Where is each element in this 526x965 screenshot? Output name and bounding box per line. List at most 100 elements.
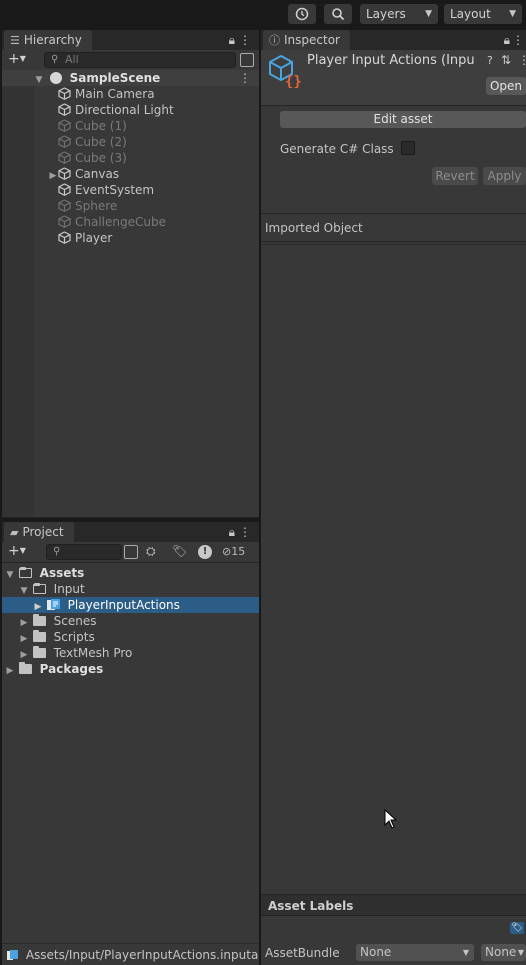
hierarchy-item[interactable]: Main Camera bbox=[2, 86, 259, 102]
divider bbox=[261, 241, 526, 242]
layers-dropdown[interactable]: Layers ▼ bbox=[360, 4, 438, 24]
history-icon[interactable] bbox=[288, 4, 316, 24]
search-icon: ⚲ bbox=[51, 54, 59, 65]
asset-bundle-dropdown[interactable]: None ▼ bbox=[356, 944, 474, 961]
apply-button[interactable]: Apply bbox=[483, 167, 526, 185]
edit-asset-button[interactable]: Edit asset bbox=[280, 111, 526, 128]
gameobject-cube-icon bbox=[58, 87, 71, 100]
hierarchy-item[interactable]: Player bbox=[2, 230, 259, 246]
search-icon[interactable] bbox=[324, 4, 352, 24]
mouse-cursor-icon bbox=[384, 808, 398, 829]
asset-title: Player Input Actions (Input bbox=[307, 53, 475, 68]
gameobject-cube-icon bbox=[58, 199, 71, 212]
hierarchy-item-label: Sphere bbox=[75, 199, 118, 213]
list-icon: ☰ bbox=[10, 34, 20, 47]
project-panel: ▰ Project 🔒︎ ⋮ +▼ ⚲ ⛭ 🏷︎ ! ⊘15 ▼ Assets ▼… bbox=[2, 522, 259, 965]
hierarchy-search-input[interactable]: ⚲ All bbox=[44, 52, 236, 68]
asset-bundle-label: AssetBundle bbox=[265, 946, 340, 960]
tree-label: Input bbox=[53, 582, 85, 596]
scene-menu-icon[interactable]: ⋮ bbox=[239, 70, 251, 86]
layout-dropdown[interactable]: Layout ▼ bbox=[444, 4, 522, 24]
asset-labels-header[interactable]: Asset Labels bbox=[261, 894, 526, 916]
inspector-empty-area bbox=[261, 245, 526, 894]
add-button[interactable]: +▼ bbox=[8, 52, 36, 68]
expand-arrow-icon: ▶ bbox=[6, 666, 14, 676]
project-tabbar: ▰ Project 🔒︎ ⋮ bbox=[2, 522, 259, 542]
folder-open-icon bbox=[18, 567, 32, 578]
label-tag-icon[interactable]: 🏷︎ bbox=[510, 922, 524, 934]
input-actions-asset-icon bbox=[7, 945, 19, 960]
tab-hierarchy[interactable]: ☰ Hierarchy bbox=[4, 30, 92, 50]
gameobject-cube-icon bbox=[58, 167, 71, 180]
layers-label: Layers bbox=[366, 7, 406, 21]
hierarchy-item-label: Cube (3) bbox=[75, 151, 127, 165]
lock-icon[interactable]: 🔒︎ bbox=[504, 30, 510, 50]
hierarchy-item-label: Player bbox=[75, 231, 113, 245]
more-menu-icon[interactable]: ⋮ bbox=[239, 30, 251, 50]
hierarchy-item[interactable]: ▶ Canvas bbox=[2, 166, 259, 182]
lock-icon[interactable]: 🔒︎ bbox=[229, 522, 235, 542]
inspector-tab-label: Inspector bbox=[284, 33, 340, 47]
hierarchy-item[interactable]: Sphere bbox=[2, 198, 259, 214]
hidden-packages-toggle[interactable]: ⊘15 bbox=[222, 544, 258, 560]
gameobject-cube-icon bbox=[58, 231, 71, 244]
hierarchy-panel: ☰ Hierarchy 🔒︎ ⋮ +▼ ⚲ All ▼ SampleScene ⋮… bbox=[2, 30, 259, 518]
hidden-count: 15 bbox=[231, 545, 246, 558]
hierarchy-item[interactable]: EventSystem bbox=[2, 182, 259, 198]
scene-search-filter-icon[interactable] bbox=[240, 53, 254, 67]
asset-bundle-value: None bbox=[360, 945, 392, 959]
divider bbox=[2, 562, 259, 563]
tree-item-input[interactable]: ▼ Input bbox=[2, 581, 259, 597]
hierarchy-item[interactable]: Cube (1) bbox=[2, 118, 259, 134]
hierarchy-item[interactable]: Directional Light bbox=[2, 102, 259, 118]
tab-inspector[interactable]: ⓘ Inspector bbox=[263, 30, 350, 50]
create-button[interactable]: +▼ bbox=[8, 544, 36, 560]
asset-variant-dropdown[interactable]: None ▼ bbox=[481, 944, 526, 961]
project-search-input[interactable]: ⚲ bbox=[46, 544, 122, 560]
more-menu-icon[interactable]: ⋮ bbox=[518, 53, 526, 67]
filter-by-label-icon[interactable]: 🏷︎ bbox=[172, 544, 188, 560]
folder-icon bbox=[32, 630, 46, 642]
tree-label: Scripts bbox=[53, 630, 95, 644]
divider bbox=[261, 213, 526, 214]
help-icon[interactable]: ? bbox=[487, 54, 493, 67]
revert-button[interactable]: Revert bbox=[432, 167, 478, 185]
folder-icon: ▰ bbox=[10, 526, 19, 539]
tree-item-assets[interactable]: ▼ Assets bbox=[2, 565, 259, 581]
filter-by-type-icon[interactable]: ⛭ bbox=[146, 544, 162, 560]
scene-row[interactable]: ▼ SampleScene ⋮ bbox=[2, 70, 259, 86]
tree-item-scenes[interactable]: ▶ Scenes bbox=[2, 613, 259, 629]
settings-sliders-icon[interactable]: ⇅ bbox=[501, 53, 511, 67]
hierarchy-item[interactable]: ChallengeCube bbox=[2, 214, 259, 230]
hierarchy-item[interactable]: Cube (2) bbox=[2, 134, 259, 150]
hierarchy-item[interactable]: Cube (3) bbox=[2, 150, 259, 166]
panel-splitter[interactable] bbox=[0, 518, 259, 522]
tree-label: Scenes bbox=[53, 614, 97, 628]
search-by-type-icon[interactable] bbox=[124, 545, 138, 559]
hierarchy-item-label: Canvas bbox=[75, 167, 120, 181]
chevron-down-icon: ▼ bbox=[517, 948, 524, 957]
open-button[interactable]: Open bbox=[486, 77, 526, 95]
tree-item-scripts[interactable]: ▶ Scripts bbox=[2, 629, 259, 645]
tree-item-textmesh-pro[interactable]: ▶ TextMesh Pro bbox=[2, 645, 259, 661]
chevron-down-icon: ▼ bbox=[462, 948, 469, 957]
chevron-down-icon: ▼ bbox=[509, 9, 516, 19]
tree-item-packages[interactable]: ▶ Packages bbox=[2, 661, 259, 677]
status-path: Assets/Input/PlayerInputActions.inputact… bbox=[25, 948, 259, 962]
generate-class-checkbox[interactable] bbox=[401, 141, 415, 155]
folder-icon bbox=[32, 646, 46, 658]
tab-project[interactable]: ▰ Project bbox=[4, 522, 74, 542]
input-actions-asset-icon bbox=[46, 599, 61, 611]
folder-open-icon bbox=[32, 583, 46, 594]
hierarchy-item-label: ChallengeCube bbox=[75, 215, 166, 229]
warning-icon[interactable]: ! bbox=[198, 545, 212, 559]
panel-splitter[interactable] bbox=[259, 28, 261, 965]
tree-label: PlayerInputActions bbox=[67, 598, 180, 612]
more-menu-icon[interactable]: ⋮ bbox=[512, 30, 524, 50]
more-menu-icon[interactable]: ⋮ bbox=[239, 522, 251, 542]
hierarchy-item-label: EventSystem bbox=[75, 183, 155, 197]
hierarchy-tabbar: ☰ Hierarchy 🔒︎ ⋮ bbox=[2, 30, 259, 50]
folder-icon bbox=[32, 614, 46, 626]
lock-icon[interactable]: 🔒︎ bbox=[229, 30, 235, 50]
tree-item-player-input-actions[interactable]: ▶ PlayerInputActions bbox=[2, 597, 259, 613]
